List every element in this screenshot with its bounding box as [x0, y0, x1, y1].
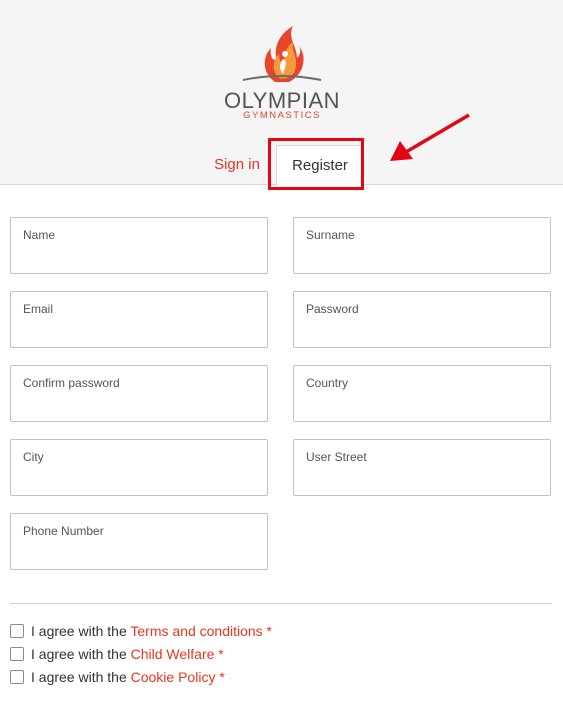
password-field-label: Password: [306, 302, 359, 316]
child-welfare-prefix: I agree with the: [31, 646, 131, 662]
confirm-password-field-label: Confirm password: [23, 376, 120, 390]
cookie-policy-required-mark: *: [215, 669, 225, 685]
terms-agreement: I agree with the Terms and conditions *: [10, 622, 272, 640]
child-welfare-agreement: I agree with the Child Welfare *: [10, 645, 224, 663]
email-field[interactable]: Email: [10, 291, 268, 348]
city-field[interactable]: City: [10, 439, 268, 496]
cookie-policy-checkbox[interactable]: [10, 670, 24, 684]
terms-link[interactable]: Terms and conditions: [130, 623, 262, 639]
user-street-field-label: User Street: [306, 450, 367, 464]
flame-logo-icon: [242, 26, 322, 82]
child-welfare-checkbox[interactable]: [10, 647, 24, 661]
cookie-policy-prefix: I agree with the: [31, 669, 131, 685]
terms-checkbox[interactable]: [10, 624, 24, 638]
city-field-label: City: [23, 450, 44, 464]
terms-prefix: I agree with the: [31, 623, 131, 639]
cookie-policy-agreement: I agree with the Cookie Policy *: [10, 668, 225, 686]
phone-number-field[interactable]: Phone Number: [10, 513, 268, 570]
annotation-arrow-icon: [390, 113, 470, 161]
country-field-label: Country: [306, 376, 349, 390]
highlight-box: [268, 138, 364, 190]
divider: [10, 603, 552, 604]
password-field[interactable]: Password: [293, 291, 551, 348]
logo[interactable]: OLYMPIAN GYMNASTICS: [223, 20, 341, 124]
tab-signin[interactable]: Sign in: [203, 150, 271, 180]
user-street-field[interactable]: User Street: [293, 439, 551, 496]
name-field[interactable]: Name: [10, 217, 268, 274]
surname-field[interactable]: Surname: [293, 217, 551, 274]
surname-field-label: Surname: [306, 228, 355, 242]
cookie-policy-link[interactable]: Cookie Policy: [131, 669, 216, 685]
child-welfare-link[interactable]: Child Welfare: [131, 646, 215, 662]
child-welfare-required-mark: *: [214, 646, 224, 662]
phone-number-field-label: Phone Number: [23, 524, 104, 538]
name-field-label: Name: [23, 228, 56, 242]
confirm-password-field[interactable]: Confirm password: [10, 365, 268, 422]
email-field-label: Email: [23, 302, 54, 316]
terms-required-mark: *: [262, 623, 273, 639]
brand-subtitle: GYMNASTICS: [243, 110, 321, 121]
country-field[interactable]: Country: [293, 365, 551, 422]
